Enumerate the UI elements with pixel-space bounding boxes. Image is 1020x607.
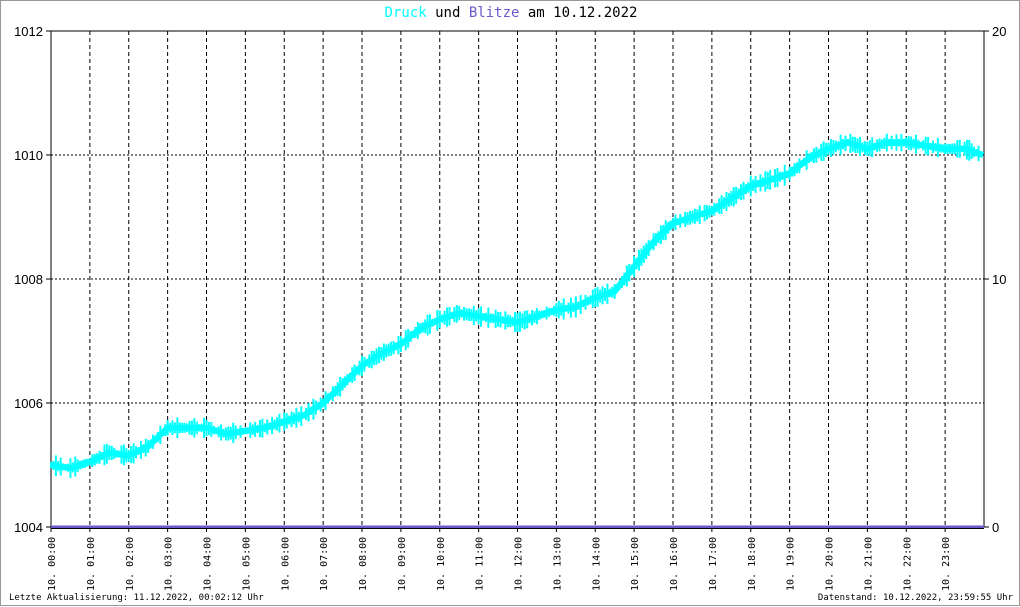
x-tick-label: 10. 02:00 bbox=[125, 537, 136, 591]
x-tick-label: 10. 17:00 bbox=[708, 537, 719, 591]
x-tick-label: 10. 06:00 bbox=[280, 537, 291, 591]
y-right-tick-label: 20 bbox=[992, 24, 1006, 39]
y-left-tick-label: 1008 bbox=[14, 272, 43, 287]
x-tick-label: 10. 03:00 bbox=[164, 537, 175, 591]
x-tick-label: 10. 23:00 bbox=[941, 537, 952, 591]
x-tick-label: 10. 04:00 bbox=[203, 537, 214, 591]
y-right-tick-label: 0 bbox=[992, 520, 999, 535]
y-left-tick-label: 1006 bbox=[14, 396, 43, 411]
y-left-tick-label: 1010 bbox=[14, 148, 43, 163]
x-tick-label: 10. 10:00 bbox=[436, 537, 447, 591]
x-tick-label: 10. 22:00 bbox=[902, 537, 913, 591]
x-tick-label: 10. 08:00 bbox=[358, 537, 369, 591]
x-tick-label: 10. 19:00 bbox=[786, 537, 797, 591]
x-tick-label: 10. 20:00 bbox=[825, 537, 836, 591]
x-tick-label: 10. 16:00 bbox=[669, 537, 680, 591]
chart-container: Druck und Blitze am 10.12.2022 1004 1006 1… bbox=[0, 0, 1020, 606]
chart-svg: 1004 1006 1008 1010 1012 0 10 20 10. 00:00 10. 01… bbox=[14, 24, 1006, 591]
x-tick-label: 10. 15:00 bbox=[630, 537, 641, 591]
x-tick-label: 10. 11:00 bbox=[475, 537, 486, 591]
x-tick-label: 10. 00:00 bbox=[47, 537, 58, 591]
x-tick-label: 10. 12:00 bbox=[514, 537, 525, 591]
y-left-tick-label: 1012 bbox=[14, 24, 43, 39]
x-tick-label: 10. 18:00 bbox=[747, 537, 758, 591]
y-right-tick-label: 10 bbox=[992, 272, 1006, 287]
x-tick-label: 10. 07:00 bbox=[319, 537, 330, 591]
footer-data-status: Datenstand: 10.12.2022, 23:59:55 Uhr bbox=[817, 593, 1013, 603]
y-left-tick-label: 1004 bbox=[14, 520, 43, 535]
footer-last-update: Letzte Aktualisierung: 11.12.2022, 00:02… bbox=[9, 593, 264, 603]
x-tick-label: 10. 05:00 bbox=[241, 537, 252, 591]
x-tick-label: 10. 09:00 bbox=[397, 537, 408, 591]
x-tick-label: 10. 14:00 bbox=[591, 537, 602, 591]
x-tick-label: 10. 13:00 bbox=[552, 537, 563, 591]
x-tick-label: 10. 21:00 bbox=[863, 537, 874, 591]
x-tick-label: 10. 01:00 bbox=[86, 537, 97, 591]
